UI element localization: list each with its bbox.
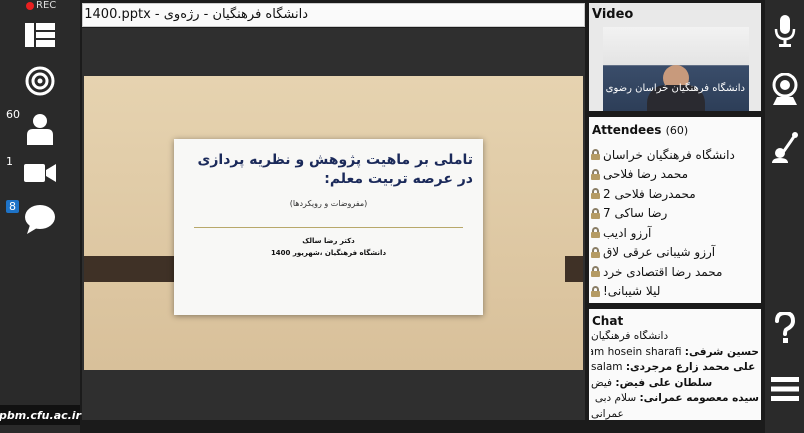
participants-button[interactable] — [0, 104, 80, 154]
slide-subtitle: (مفروضات و رویکردها) — [289, 199, 368, 208]
slide-band-left — [84, 256, 174, 282]
attendee-name: محمد رضا اقتصادی خرد — [603, 264, 723, 279]
presentation-title: 1400.pptx - دانشگاه فرهنگیان - رژه‌وی — [84, 7, 308, 22]
lock-icon — [591, 168, 600, 180]
help-icon — [774, 312, 795, 343]
list-item[interactable]: رضا ساکی 7 — [591, 204, 759, 224]
slide-divider — [194, 227, 463, 228]
lock-icon — [591, 188, 600, 200]
list-item[interactable]: محمد رضا فلاحی — [591, 165, 759, 185]
cameras-button[interactable] — [0, 148, 80, 198]
chat-message: حسین شرفی: salam hosein sharafi — [591, 346, 759, 362]
camera-icon — [24, 164, 56, 182]
attendee-name: آرزو شیبانی عرقی لاق — [603, 245, 716, 260]
presentation-header: 1400.pptx - دانشگاه فرهنگیان - رژه‌وی — [82, 3, 585, 27]
chat-message: عمرانی — [591, 408, 759, 421]
chat-sender: علی محمد زارع مرجردی: — [625, 361, 756, 373]
slide-author: دکتر رضا سالک — [302, 237, 355, 245]
chat-panel: Chat دانشگاه فرهنگیان حسین شرفی: salam h… — [589, 309, 761, 420]
chat-sender: سلطان علی فیض: — [615, 376, 713, 389]
lock-icon — [591, 266, 600, 278]
chat-sender: حسین شرفی: — [684, 345, 759, 358]
video-feed[interactable]: دانشگاه فرهنگیان خراسان رضوی — [603, 27, 749, 111]
chat-button[interactable] — [0, 194, 80, 244]
chat-text: salam hosein sharafi — [591, 345, 682, 358]
attendee-name: دانشگاه فرهنگیان خراسان — [603, 147, 735, 162]
chat-icon — [25, 205, 55, 234]
chat-title: Chat — [592, 314, 624, 328]
microphone-button[interactable] — [765, 8, 804, 54]
list-item[interactable]: آرزو شیبانی عرقی لاق — [591, 243, 759, 263]
video-caption: دانشگاه فرهنگیان خراسان رضوی — [605, 83, 745, 94]
video-panel-title: Video — [592, 7, 634, 22]
slide-content-card: تاملی بر ماهیت پژوهش و نظریه پردازی در ع… — [174, 139, 483, 315]
record-dot-icon — [26, 1, 34, 10]
attendees-title: Attendees — [592, 123, 662, 137]
layout-button[interactable] — [0, 10, 80, 60]
lock-icon — [591, 149, 600, 161]
list-item[interactable]: آرزو ادیب — [591, 223, 759, 243]
help-button[interactable] — [765, 305, 804, 351]
chat-text: دانشگاه فرهنگیان — [591, 330, 669, 342]
chat-sender: سیده معصومه عمرانی: — [639, 392, 759, 404]
attendee-name: محمد رضا فلاحی — [603, 167, 688, 182]
webcam-icon — [772, 73, 797, 105]
chat-message: سلطان علی فیض: فیض — [591, 377, 759, 393]
menu-button[interactable] — [765, 366, 804, 412]
list-item[interactable]: محمدرضا فلاحی 2 — [591, 184, 759, 204]
chat-text: salam — [591, 361, 623, 373]
chat-text: فیض — [591, 376, 613, 389]
attendees-count: (60) — [665, 124, 689, 137]
broadcast-icon — [25, 66, 55, 96]
raise-hand-icon — [771, 132, 798, 163]
chat-text: عمرانی — [591, 407, 624, 420]
raise-hand-button[interactable] — [765, 124, 804, 170]
list-item[interactable]: لیلا شیبانی! — [591, 282, 759, 302]
list-item[interactable]: محمد رضا اقتصادی خرد — [591, 262, 759, 282]
attendees-list: دانشگاه فرهنگیان خراسان محمد رضا فلاحی م… — [591, 145, 759, 303]
attendees-header: Attendees (60) — [592, 123, 688, 137]
chat-text: سلام دبی معصوم — [591, 392, 637, 404]
chat-message: دانشگاه فرهنگیان — [591, 330, 759, 346]
list-item[interactable]: دانشگاه فرهنگیان خراسان — [591, 145, 759, 165]
chat-messages[interactable]: دانشگاه فرهنگیان حسین شرفی: salam hosein… — [591, 330, 759, 420]
chat-message: علی محمد زارع مرجردی: salam — [591, 361, 759, 377]
layout-icon — [25, 23, 55, 47]
lock-icon — [591, 207, 600, 219]
attendee-name: محمدرضا فلاحی 2 — [603, 186, 696, 201]
site-watermark: pbm.cfu.ac.ir — [0, 405, 81, 425]
webcam-button[interactable] — [765, 66, 804, 112]
slide-band-right — [565, 256, 583, 282]
left-toolbar: REC 60 1 8 pbm.cfu.ac.ir — [0, 0, 81, 433]
lock-icon — [591, 227, 600, 239]
video-panel: Video دانشگاه فرهنگیان خراسان رضوی — [589, 3, 761, 111]
chat-message: سیده معصومه عمرانی: سلام دبی معصوم — [591, 392, 759, 408]
slide-title: تاملی بر ماهیت پژوهش و نظریه پردازی در ع… — [197, 152, 474, 187]
list-item[interactable]: ... — [591, 301, 759, 303]
user-icon — [27, 114, 53, 145]
lock-icon — [591, 246, 600, 258]
presentation-stage[interactable]: تاملی بر ماهیت پژوهش و نظریه پردازی در ع… — [82, 28, 585, 420]
attendee-name: لیلا شیبانی! — [603, 284, 661, 299]
menu-icon — [770, 377, 799, 401]
attendee-name: رضا ساکی 7 — [603, 206, 668, 221]
attendees-panel: Attendees (60) دانشگاه فرهنگیان خراسان م… — [589, 117, 761, 303]
slide-university: دانشگاه فرهنگیان ،شهریور 1400 — [270, 249, 387, 257]
microphone-icon — [774, 15, 795, 47]
right-toolbar — [765, 0, 804, 433]
broadcast-button[interactable] — [0, 56, 80, 106]
lock-icon — [591, 285, 600, 297]
attendee-name: آرزو ادیب — [603, 225, 652, 240]
